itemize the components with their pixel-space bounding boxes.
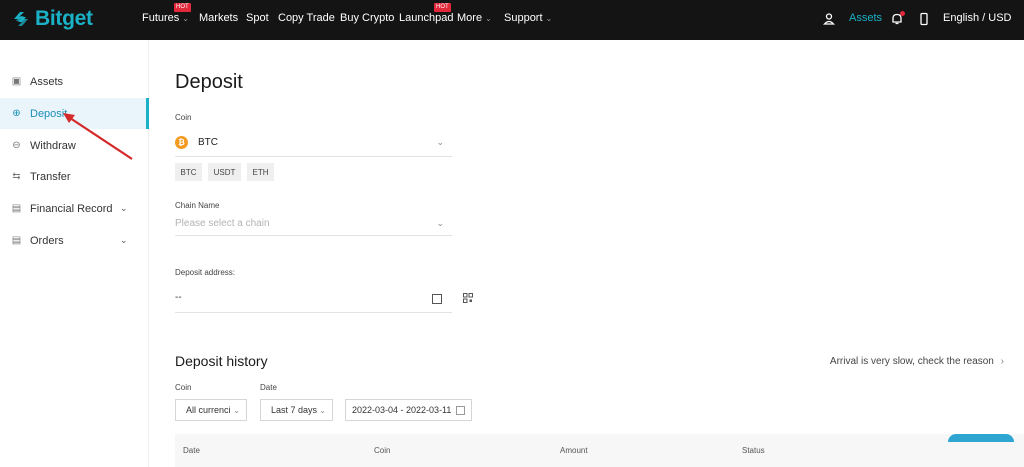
coin-label: Coin: [175, 113, 192, 122]
quick-coin-eth[interactable]: ETH: [247, 163, 274, 181]
deposit-main-panel: Deposit Coin ₿ BTC ⌄ BTC USDT ETH Chain …: [175, 40, 1024, 467]
column-header-status: Status: [742, 446, 765, 455]
date-range-picker[interactable]: 2022-03-04 - 2022-03-11: [345, 399, 472, 421]
nav-more[interactable]: More ⌄: [457, 12, 492, 24]
date-filter-label: Date: [260, 383, 277, 392]
brand-name: Bitget: [35, 7, 93, 30]
deposit-address-field: --: [175, 285, 452, 313]
sidebar-item-assets[interactable]: ▣ Assets: [0, 66, 149, 97]
chevron-down-icon: ⌄: [319, 405, 326, 415]
user-icon[interactable]: [822, 12, 836, 26]
coin-filter-select[interactable]: All currenci ⌄: [175, 399, 247, 421]
chevron-down-icon: ⌄: [485, 13, 492, 23]
column-header-amount: Amount: [560, 446, 588, 455]
wallet-icon: ▣: [11, 76, 22, 87]
record-icon: ▤: [11, 203, 22, 214]
chain-name-label: Chain Name: [175, 201, 220, 210]
deposit-history-table-header: Date Coin Amount Status: [175, 434, 1024, 467]
top-navbar: Bitget Futures ⌄ HOT Markets Spot Copy T…: [0, 0, 1024, 40]
quick-coin-btc[interactable]: BTC: [175, 163, 202, 181]
chevron-down-icon: ⌄: [436, 136, 444, 147]
column-header-date: Date: [183, 446, 200, 455]
mobile-app-icon[interactable]: [917, 12, 931, 26]
language-currency-selector[interactable]: English / USD: [943, 12, 1011, 24]
deposit-address-value: --: [175, 292, 182, 303]
chevron-down-icon: ⌄: [233, 405, 240, 415]
withdraw-icon: ⊖: [12, 140, 21, 151]
sidebar-item-orders[interactable]: ▤ Orders ⌄: [0, 225, 149, 256]
notification-bell-icon[interactable]: [890, 11, 905, 26]
transfer-icon: ⇆: [12, 171, 21, 182]
chevron-down-icon: ⌄: [120, 203, 128, 213]
page-title: Deposit: [175, 71, 243, 93]
bitget-logo-icon: [14, 12, 28, 26]
nav-assets[interactable]: Assets: [849, 12, 882, 24]
hot-badge: HOT: [174, 3, 191, 12]
annotation-arrow: [63, 113, 133, 160]
chain-select[interactable]: Please select a chain ⌄: [175, 212, 452, 236]
orders-icon: ▤: [11, 235, 22, 246]
coin-select[interactable]: ₿ BTC ⌄: [175, 128, 452, 157]
sidebar-item-financial-record[interactable]: ▤ Financial Record ⌄: [0, 193, 149, 224]
hot-badge: HOT: [434, 3, 451, 12]
notification-dot: [900, 11, 905, 16]
nav-spot[interactable]: Spot: [246, 12, 269, 24]
nav-launchpad[interactable]: Launchpad HOT: [399, 3, 453, 24]
column-header-coin: Coin: [374, 446, 391, 455]
bitget-logo[interactable]: Bitget: [10, 7, 93, 31]
deposit-address-label: Deposit address:: [175, 268, 236, 277]
arrival-slow-link[interactable]: Arrival is very slow, check the reason ›: [830, 356, 1004, 367]
sidebar-item-transfer[interactable]: ⇆ Transfer: [0, 161, 149, 192]
quick-coin-usdt[interactable]: USDT: [208, 163, 241, 181]
chain-select-placeholder: Please select a chain: [175, 218, 270, 229]
deposit-icon: ⊕: [12, 108, 21, 119]
nav-markets[interactable]: Markets: [199, 12, 238, 24]
nav-futures[interactable]: Futures ⌄ HOT: [142, 3, 191, 24]
chevron-down-icon: ⌄: [182, 13, 189, 23]
deposit-history-title: Deposit history: [175, 353, 268, 369]
nav-copy-trade[interactable]: Copy Trade: [278, 12, 335, 24]
calendar-icon: [456, 406, 465, 415]
date-filter-select[interactable]: Last 7 days ⌄: [260, 399, 333, 421]
sidebar: ▣ Assets ⊕ Deposit ⊖ Withdraw ⇆ Transfer…: [0, 40, 149, 467]
coin-select-value: BTC: [198, 136, 218, 148]
chevron-down-icon: ⌄: [545, 13, 553, 23]
qr-code-icon[interactable]: [463, 293, 473, 303]
coin-filter-label: Coin: [175, 383, 192, 392]
nav-support[interactable]: Support ⌄: [504, 12, 552, 24]
chevron-right-icon: ›: [1000, 356, 1004, 367]
chevron-down-icon: ⌄: [120, 235, 128, 245]
support-chat-button[interactable]: [948, 434, 1014, 442]
copy-icon[interactable]: [432, 294, 442, 304]
chevron-down-icon: ⌄: [436, 218, 444, 228]
btc-coin-icon: ₿: [175, 135, 188, 149]
nav-buy-crypto[interactable]: Buy Crypto: [340, 12, 394, 24]
